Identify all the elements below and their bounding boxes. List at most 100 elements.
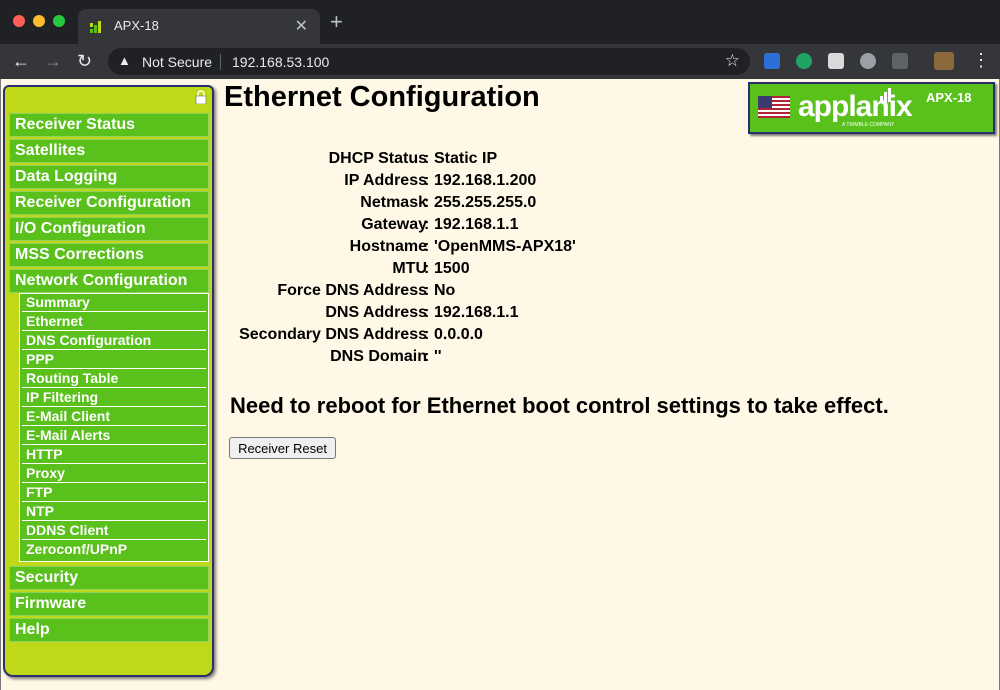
config-label: DNS Domain xyxy=(330,348,427,365)
config-colon: : xyxy=(424,238,430,255)
config-value: 0.0.0.0 xyxy=(434,326,483,343)
receiver-reset-button[interactable]: Receiver Reset xyxy=(229,437,336,459)
sidebar-item-receiver-status[interactable]: Receiver Status xyxy=(9,113,209,137)
submenu-item-ppp[interactable]: PPP xyxy=(22,351,206,369)
new-tab-button[interactable]: + xyxy=(330,11,343,33)
sidebar-item-data-logging[interactable]: Data Logging xyxy=(9,165,209,189)
sidebar-item-network-configuration[interactable]: Network Configuration xyxy=(9,269,209,293)
reboot-notice: Need to reboot for Ethernet boot control… xyxy=(230,393,889,418)
config-value: 'OpenMMS-APX18' xyxy=(434,238,576,255)
config-colon: : xyxy=(424,282,430,299)
config-label: Secondary DNS Address xyxy=(239,326,427,343)
config-row-netmask: Netmask : 255.255.255.0 xyxy=(221,194,721,216)
sidebar-item-firmware[interactable]: Firmware xyxy=(9,592,209,616)
close-window-button[interactable] xyxy=(13,15,25,27)
config-colon: : xyxy=(424,304,430,321)
extension-shield-icon[interactable] xyxy=(764,53,780,69)
config-label: IP Address xyxy=(344,172,427,189)
warning-icon[interactable]: ▲ xyxy=(118,53,131,68)
config-colon: : xyxy=(424,260,430,277)
back-button[interactable]: ← xyxy=(12,50,30,72)
config-value: 1500 xyxy=(434,260,470,277)
config-value: 192.168.1.1 xyxy=(434,304,519,321)
extension-window-icon[interactable] xyxy=(828,53,844,69)
config-row-mtu: MTU : 1500 xyxy=(221,260,721,282)
browser-tab[interactable]: APX-18 ✕ xyxy=(78,9,320,44)
config-value: 192.168.1.200 xyxy=(434,172,537,189)
browser-tab-strip: APX-18 ✕ + xyxy=(0,0,1000,44)
submenu-item-ddns-client[interactable]: DDNS Client xyxy=(22,522,206,540)
config-value: No xyxy=(434,282,456,299)
brand-subtitle: A TRIMBLE COMPANY xyxy=(842,122,895,128)
submenu-item-summary[interactable]: Summary xyxy=(22,294,206,312)
config-label: Force DNS Address xyxy=(277,282,427,299)
browser-toolbar: ← → ↻ ▲ Not Secure 192.168.53.100 ☆ ⋮ xyxy=(0,44,1000,79)
us-flag-icon xyxy=(758,96,790,118)
config-value: Static IP xyxy=(434,150,498,167)
config-label: MTU xyxy=(392,260,427,277)
submenu-item-routing-table[interactable]: Routing Table xyxy=(22,370,206,388)
submenu-item-email-client[interactable]: E-Mail Client xyxy=(22,408,206,426)
config-value: '' xyxy=(434,348,442,365)
applanix-logo-banner: applanix A TRIMBLE COMPANY APX-18 xyxy=(748,82,995,134)
submenu-item-ntp[interactable]: NTP xyxy=(22,503,206,521)
network-submenu: Summary Ethernet DNS Configuration PPP R… xyxy=(19,293,209,562)
sidebar-item-help[interactable]: Help xyxy=(9,618,209,642)
sidebar-item-mss-corrections[interactable]: MSS Corrections xyxy=(9,243,209,267)
config-value: 192.168.1.1 xyxy=(434,216,519,233)
config-row-dns-domain: DNS Domain : '' xyxy=(221,348,721,370)
browser-menu-icon[interactable]: ⋮ xyxy=(972,50,990,71)
config-row-gateway: Gateway : 192.168.1.1 xyxy=(221,216,721,238)
config-value: 255.255.255.0 xyxy=(434,194,537,211)
config-row-force-dns: Force DNS Address : No xyxy=(221,282,721,304)
page-title: Ethernet Configuration xyxy=(224,81,540,113)
maximize-window-button[interactable] xyxy=(53,15,65,27)
model-label: APX-18 xyxy=(926,90,972,105)
config-colon: : xyxy=(424,172,430,189)
config-row-secondary-dns: Secondary DNS Address : 0.0.0.0 xyxy=(221,326,721,348)
address-separator xyxy=(220,54,221,70)
address-bar[interactable]: ▲ Not Secure 192.168.53.100 ☆ xyxy=(108,48,750,75)
minimize-window-button[interactable] xyxy=(33,15,45,27)
extension-trash-icon[interactable] xyxy=(892,53,908,69)
tab-close-icon[interactable]: ✕ xyxy=(295,16,308,36)
extension-quote-icon[interactable] xyxy=(860,53,876,69)
sidebar-item-satellites[interactable]: Satellites xyxy=(9,139,209,163)
security-label[interactable]: Not Secure xyxy=(142,54,212,70)
url-text[interactable]: 192.168.53.100 xyxy=(232,54,329,70)
submenu-item-ip-filtering[interactable]: IP Filtering xyxy=(22,389,206,407)
lock-icon[interactable] xyxy=(195,90,207,104)
config-colon: : xyxy=(424,216,430,233)
submenu-item-http[interactable]: HTTP xyxy=(22,446,206,464)
submenu-item-zeroconf-upnp[interactable]: Zeroconf/UPnP xyxy=(22,541,206,559)
config-colon: : xyxy=(424,150,430,167)
config-label: Hostname xyxy=(349,238,427,255)
config-colon: : xyxy=(424,194,430,211)
submenu-item-ethernet[interactable]: Ethernet xyxy=(22,313,206,331)
config-row-ip-address: IP Address : 192.168.1.200 xyxy=(221,172,721,194)
sidebar-menu: Receiver Status Satellites Data Logging … xyxy=(3,85,214,677)
profile-avatar[interactable] xyxy=(934,52,954,70)
applanix-mark-icon xyxy=(880,88,891,102)
config-label: Netmask xyxy=(360,194,427,211)
extension-chat-icon[interactable] xyxy=(796,53,812,69)
reload-button[interactable]: ↻ xyxy=(77,50,92,72)
config-colon: : xyxy=(424,326,430,343)
sidebar-item-io-configuration[interactable]: I/O Configuration xyxy=(9,217,209,241)
config-colon: : xyxy=(424,348,430,365)
tab-title: APX-18 xyxy=(114,18,159,33)
page-viewport: Receiver Status Satellites Data Logging … xyxy=(0,79,1000,690)
config-label: Gateway xyxy=(361,216,427,233)
submenu-item-proxy[interactable]: Proxy xyxy=(22,465,206,483)
config-row-dhcp-status: DHCP Status : Static IP xyxy=(221,150,721,172)
sidebar-item-receiver-configuration[interactable]: Receiver Configuration xyxy=(9,191,209,215)
config-label: DHCP Status xyxy=(328,150,427,167)
bookmark-star-icon[interactable]: ☆ xyxy=(725,51,740,71)
config-row-hostname: Hostname : 'OpenMMS-APX18' xyxy=(221,238,721,260)
sidebar-item-security[interactable]: Security xyxy=(9,566,209,590)
forward-button[interactable]: → xyxy=(44,50,62,72)
submenu-item-email-alerts[interactable]: E-Mail Alerts xyxy=(22,427,206,445)
submenu-item-dns-configuration[interactable]: DNS Configuration xyxy=(22,332,206,350)
submenu-item-ftp[interactable]: FTP xyxy=(22,484,206,502)
config-row-dns-address: DNS Address : 192.168.1.1 xyxy=(221,304,721,326)
